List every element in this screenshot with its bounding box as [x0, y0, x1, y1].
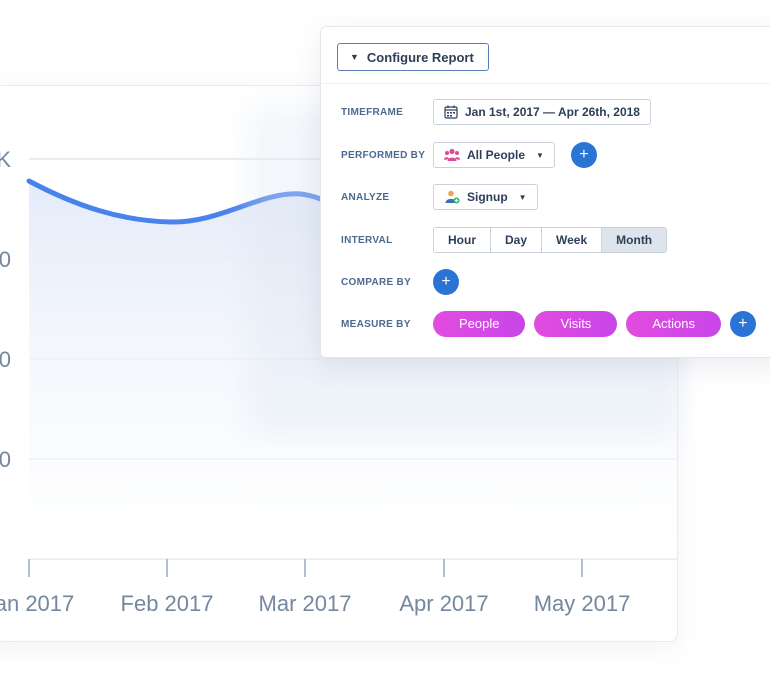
measure-by-label: MEASURE BY	[341, 318, 411, 330]
row-interval: INTERVAL Hour Day Week Month	[341, 227, 668, 253]
configure-report-button[interactable]: ▼ Configure Report	[337, 43, 489, 71]
performed-by-value: All People	[467, 148, 526, 162]
interval-option-day[interactable]: Day	[491, 228, 543, 252]
configure-report-label: Configure Report	[366, 49, 474, 65]
row-compare-by: COMPARE BY +	[341, 269, 459, 295]
y-axis: K 0 0 0	[0, 147, 11, 472]
interval-segmented-control: Hour Day Week Month	[433, 227, 668, 253]
x-tick-label: Apr 2017	[399, 591, 488, 616]
interval-label: INTERVAL	[341, 234, 393, 246]
row-timeframe: TIMEFRAME Jan 1st, 2017 — Apr 26th, 2018	[341, 99, 651, 125]
x-axis: Jan 2017 Feb 2017 Mar 2017 Apr 2017 May 2017	[0, 559, 630, 616]
timeframe-label: TIMEFRAME	[341, 106, 404, 118]
add-comparison-button[interactable]: +	[433, 269, 459, 295]
interval-option-hour[interactable]: Hour	[434, 228, 491, 252]
compare-by-label: COMPARE BY	[341, 276, 412, 288]
add-segment-button[interactable]: +	[570, 142, 597, 168]
user-signup-icon	[445, 190, 460, 204]
performed-by-select[interactable]: All People ▼	[433, 142, 555, 168]
y-tick-label: K	[0, 147, 11, 172]
measure-pill-people[interactable]: People	[433, 311, 526, 337]
x-tick-label: Mar 2017	[259, 591, 352, 616]
x-tick-label: Jan 2017	[0, 591, 74, 616]
timeframe-value: Jan 1st, 2017 — Apr 26th, 2018	[465, 105, 640, 119]
analyze-select[interactable]: Signup ▼	[433, 184, 538, 210]
panel-header: ▼ Configure Report	[321, 27, 770, 84]
analyze-value: Signup	[467, 190, 508, 204]
analyze-label: ANALYZE	[341, 191, 390, 203]
calendar-icon	[444, 105, 458, 119]
y-tick-label: 0	[0, 247, 11, 272]
y-tick-label: 0	[0, 447, 11, 472]
measure-pill-visits[interactable]: Visits	[534, 311, 618, 337]
people-icon	[444, 148, 460, 161]
row-performed-by: PERFORMED BY All People ▼ +	[341, 142, 597, 168]
measure-pill-actions[interactable]: Actions	[626, 311, 721, 337]
caret-down-icon: ▼	[350, 52, 359, 62]
interval-option-week[interactable]: Week	[542, 228, 603, 252]
caret-down-icon: ▼	[536, 150, 544, 160]
x-tick-label: May 2017	[534, 591, 631, 616]
add-measure-button[interactable]: +	[729, 311, 756, 337]
performed-by-label: PERFORMED BY	[341, 149, 426, 161]
row-analyze: ANALYZE Signup ▼	[341, 184, 538, 210]
configure-report-panel: ▼ Configure Report TIMEFRAME Jan 1st, 20…	[320, 26, 770, 358]
interval-option-month[interactable]: Month	[602, 228, 667, 252]
timeframe-picker[interactable]: Jan 1st, 2017 — Apr 26th, 2018	[433, 99, 651, 125]
y-tick-label: 0	[0, 347, 11, 372]
row-measure-by: MEASURE BY People Visits Actions +	[341, 311, 756, 337]
caret-down-icon: ▼	[518, 192, 527, 202]
x-tick-label: Feb 2017	[121, 591, 214, 616]
